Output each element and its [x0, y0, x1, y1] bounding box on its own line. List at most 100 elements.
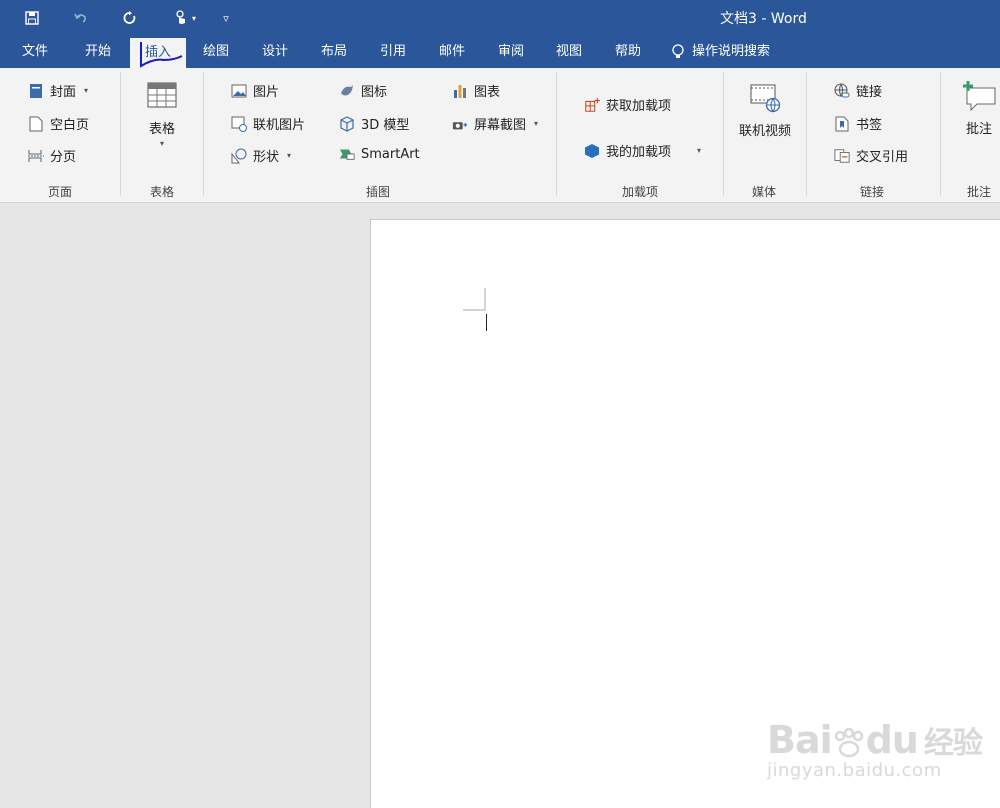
group-divider [940, 72, 941, 196]
redo-icon[interactable] [117, 6, 143, 30]
touch-mode-icon[interactable]: ▾ [165, 6, 205, 30]
tab-file[interactable]: 文件 [10, 36, 60, 68]
tab-help[interactable]: 帮助 [603, 36, 653, 68]
chevron-down-icon: ▾ [697, 146, 702, 155]
group-divider [806, 72, 807, 196]
get-addins-label: 获取加载项 [606, 99, 672, 114]
bookmark-icon [834, 116, 850, 132]
tab-draw[interactable]: 绘图 [191, 36, 241, 68]
tab-review[interactable]: 审阅 [486, 36, 536, 68]
get-addins-button[interactable]: 获取加载项 [584, 95, 671, 114]
link-label: 链接 [856, 85, 883, 100]
smartart-button[interactable]: SmartArt [339, 146, 420, 162]
new-comment-button[interactable]: 批注 [958, 80, 1000, 137]
cross-reference-label: 交叉引用 [856, 150, 909, 165]
cover-page-label: 封面 [50, 85, 77, 100]
media-group-label: 媒体 [751, 185, 776, 199]
shapes-button[interactable]: 形状 ▾ [231, 146, 291, 165]
link-button[interactable]: 链接 [834, 81, 882, 100]
online-video-button[interactable]: 联机视频 [736, 82, 794, 139]
text-cursor [486, 314, 487, 331]
tab-mailings[interactable]: 邮件 [427, 36, 477, 68]
3d-models-button[interactable]: 3D 模型 [339, 114, 409, 133]
chevron-down-icon: ▾ [534, 119, 539, 128]
chart-icon [452, 83, 468, 99]
tab-insert[interactable]: 插入 [130, 38, 186, 68]
lightbulb-icon [672, 44, 684, 58]
bookmark-button[interactable]: 书签 [834, 114, 882, 133]
my-addins-icon [584, 143, 600, 159]
online-video-icon [750, 84, 781, 113]
tab-references[interactable]: 引用 [368, 36, 418, 68]
tab-view[interactable]: 视图 [544, 36, 594, 68]
screenshot-label: 屏幕截图 [474, 118, 527, 133]
watermark-url: jingyan.baidu.com [767, 760, 942, 781]
pictures-label: 图片 [253, 85, 280, 100]
comments-group-label: 批注 [966, 185, 991, 199]
tell-me-search[interactable]: 操作说明搜索 [672, 36, 792, 68]
addins-group-label: 加载项 [621, 185, 658, 199]
watermark-brand: Bai [767, 718, 833, 762]
paw-icon [834, 727, 863, 757]
tab-layout[interactable]: 布局 [309, 36, 359, 68]
icons-icon [339, 83, 355, 99]
shapes-label: 形状 [253, 150, 280, 165]
icons-label: 图标 [361, 85, 388, 100]
tab-home[interactable]: 开始 [73, 36, 123, 68]
watermark-brand-2: du [865, 718, 919, 762]
link-icon [834, 83, 850, 99]
links-group-label: 链接 [859, 185, 884, 199]
cover-page-icon [28, 83, 44, 99]
blank-page-icon [28, 116, 44, 132]
save-icon[interactable] [19, 6, 45, 30]
table-label: 表格 [148, 122, 175, 137]
handwritten-annotation [140, 42, 183, 68]
my-addins-button[interactable]: 我的加载项 ▾ [584, 141, 701, 160]
ribbon-insert: 封面 ▾ 空白页 分页 页面 表格 ▾ 表格 图片 联机图片 形状 ▾ 图标 3… [0, 68, 1000, 203]
online-pictures-button[interactable]: 联机图片 [231, 114, 305, 133]
bookmark-label: 书签 [856, 118, 883, 133]
smartart-icon [339, 146, 355, 162]
blank-page-label: 空白页 [50, 118, 90, 133]
cube-icon [339, 115, 355, 132]
page-break-label: 分页 [50, 150, 77, 165]
chevron-down-icon: ▾ [159, 139, 164, 148]
table-button[interactable]: 表格 ▾ [140, 82, 184, 148]
online-video-label: 联机视频 [738, 124, 791, 139]
tab-design[interactable]: 设计 [250, 36, 300, 68]
picture-icon [231, 83, 247, 99]
chart-button[interactable]: 图表 [452, 81, 500, 100]
group-divider [556, 72, 557, 196]
margin-corner-mark [463, 288, 486, 311]
group-divider [723, 72, 724, 196]
pictures-button[interactable]: 图片 [231, 81, 279, 100]
title-bar: ▾ ▿ 文档3 - Word [0, 0, 1000, 36]
blank-page-button[interactable]: 空白页 [28, 114, 89, 133]
pages-group-label: 页面 [47, 185, 72, 199]
watermark-logo: Bai du 经验 [767, 718, 983, 762]
page-break-button[interactable]: 分页 [28, 146, 76, 165]
comment-icon [963, 81, 996, 112]
document-page[interactable]: Bai du 经验 jingyan.baidu.com [370, 219, 1000, 808]
smartart-label: SmartArt [361, 146, 420, 162]
cover-page-button[interactable]: 封面 ▾ [28, 81, 88, 100]
ribbon-tabs: 文件 开始 插入 绘图 设计 布局 引用 邮件 审阅 视图 帮助 操作说明搜索 [0, 36, 1000, 68]
undo-icon[interactable] [68, 6, 94, 30]
store-icon [584, 97, 600, 113]
table-group-label: 表格 [149, 185, 174, 199]
chevron-down-icon: ▾ [287, 151, 292, 160]
watermark-brand-cn: 经验 [923, 726, 983, 761]
illustrations-group-label: 插图 [365, 185, 390, 199]
group-divider [120, 72, 121, 196]
screenshot-button[interactable]: 屏幕截图 ▾ [452, 114, 538, 133]
screenshot-icon [452, 116, 468, 132]
cross-reference-button[interactable]: 交叉引用 [834, 146, 908, 165]
customize-icon[interactable]: ▿ [213, 6, 239, 30]
shapes-icon [231, 148, 247, 164]
tell-me-label: 操作说明搜索 [692, 44, 771, 59]
group-divider [203, 72, 204, 196]
icons-button[interactable]: 图标 [339, 81, 387, 100]
3d-models-label: 3D 模型 [361, 118, 410, 133]
window-title: 文档3 - Word [720, 11, 807, 27]
comment-label: 批注 [965, 122, 992, 137]
